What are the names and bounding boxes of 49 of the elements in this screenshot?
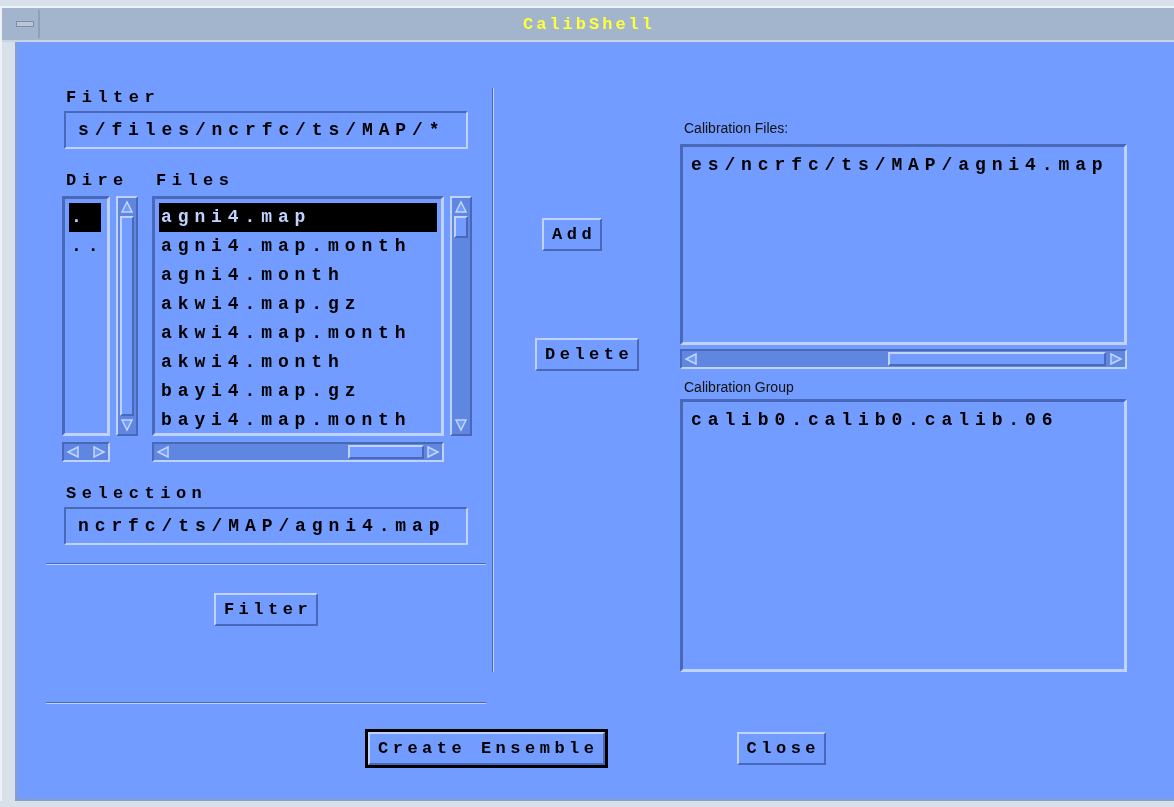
left-arrow-icon[interactable] [156,445,170,459]
calibration-group-item[interactable]: calib0.calib0.calib.06 [689,405,1118,435]
down-arrow-icon[interactable] [454,418,468,432]
create-ensemble-button[interactable]: Create Ensemble [368,732,605,765]
directories-label: Dire [66,171,130,190]
delete-button[interactable]: Delete [535,338,640,371]
down-arrow-icon[interactable] [120,418,134,432]
calibration-group-list[interactable]: calib0.calib0.calib.06 [680,398,1127,672]
directory-list[interactable]: . .. [62,196,110,436]
selection-label: Selection [66,484,208,503]
right-arrow-icon[interactable] [92,445,106,459]
vertical-scrollbar[interactable] [450,196,472,436]
calibration-group-label: Calibration Group [684,378,794,395]
file-item[interactable]: akwi4.month [159,348,437,377]
calibration-files-label: Calibration Files: [684,120,789,136]
file-item[interactable]: agni4.month [159,261,437,290]
filter-field[interactable]: s/files/ncrfc/ts/MAP/* [64,111,468,149]
right-arrow-icon[interactable] [1109,351,1123,366]
right-arrow-icon[interactable] [426,445,440,459]
left-arrow-icon[interactable] [684,351,698,366]
horizontal-scrollbar[interactable] [62,442,110,462]
file-item[interactable]: akwi4.map.gz [159,290,437,319]
directory-item[interactable]: .. [69,232,101,261]
file-item[interactable]: bayi4.map.gz [159,377,437,406]
window-title: CalibShell [522,14,656,34]
file-list[interactable]: agni4.map agni4.map.month agni4.month akwi4.map.gz akwi4.map.month akwi4.month bayi4.map.gz bayi4.map.month [152,196,444,436]
file-item[interactable]: agni4.map.month [159,232,437,261]
files-label: Files [156,171,235,190]
scrollbar-thumb[interactable] [454,216,468,238]
filter-label: Filter [66,88,161,107]
scrollbar-thumb[interactable] [120,216,134,416]
filter-button[interactable]: Filter [213,593,319,626]
horizontal-scrollbar[interactable] [152,442,444,462]
directory-item[interactable]: . [69,203,101,232]
calibration-file-item[interactable]: es/ncrfc/ts/MAP/agni4.map [689,151,1118,180]
up-arrow-icon[interactable] [120,200,134,214]
selection-field[interactable]: ncrfc/ts/MAP/agni4.map [64,507,468,545]
file-item[interactable]: akwi4.map.month [159,319,437,348]
left-arrow-icon[interactable] [66,445,80,459]
scrollbar-thumb[interactable] [888,351,1106,366]
up-arrow-icon[interactable] [454,200,468,214]
file-item[interactable]: agni4.map [159,203,437,232]
file-item[interactable]: bayi4.map.month [159,406,437,435]
horizontal-scrollbar[interactable] [680,348,1127,369]
add-button[interactable]: Add [542,218,603,251]
close-button[interactable]: Close [736,732,827,765]
scrollbar-thumb[interactable] [348,445,424,459]
vertical-scrollbar[interactable] [116,196,138,436]
calibration-files-list[interactable]: es/ncrfc/ts/MAP/agni4.map [680,144,1127,345]
